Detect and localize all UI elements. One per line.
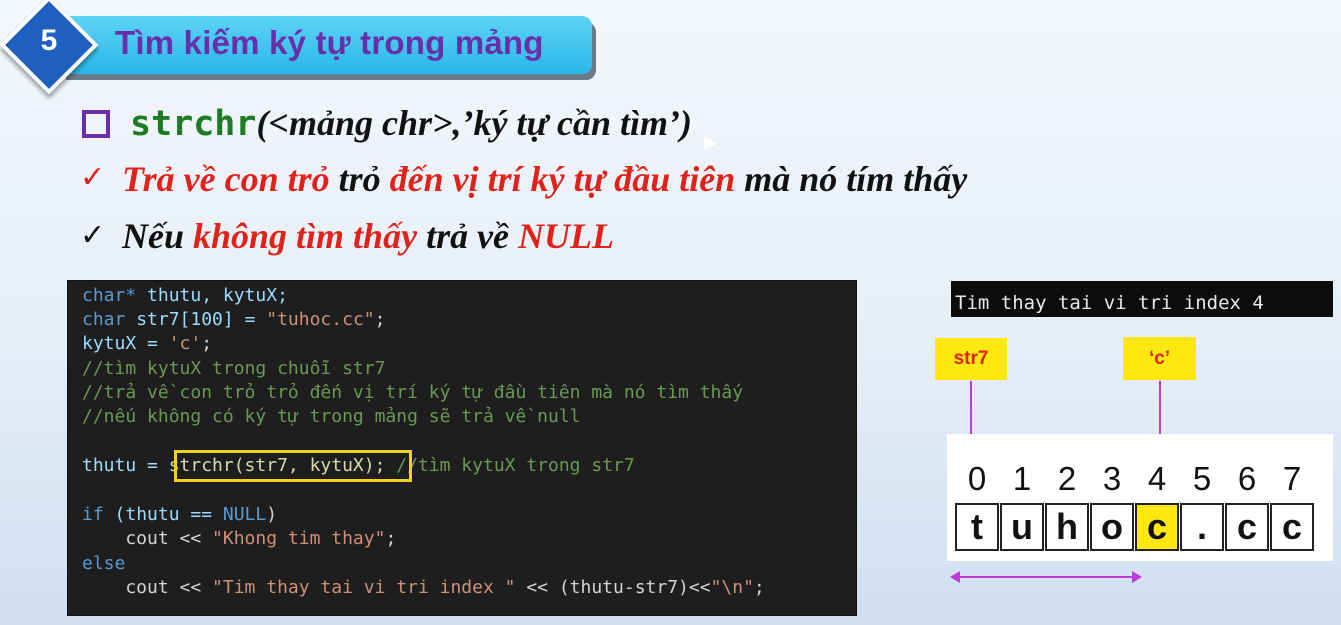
phrase-returns: trả về	[417, 216, 519, 256]
label-char-c: ‘c’	[1123, 337, 1196, 380]
code-line: cout << "Tim thay tai vi tri index " << …	[82, 577, 765, 598]
array-cell: c	[1225, 503, 1269, 551]
code-line: char str7[100] = "tuhoc.cc";	[82, 309, 386, 330]
checkmark-icon: ✓	[80, 218, 106, 253]
checkbox-bullet-icon	[82, 110, 110, 138]
phrase-return-pointer: Trả về con trỏ	[122, 159, 330, 199]
mouse-cursor-icon	[697, 131, 717, 151]
bullet-null: Nếu không tìm thấy trả về NULL	[122, 215, 614, 257]
code-editor: char* thutu, kytuX; char str7[100] = "tu…	[68, 281, 856, 615]
slide-title: Tìm kiếm ký tự trong mảng	[115, 24, 544, 61]
array-index: 3	[1102, 460, 1122, 497]
array-cell: c	[1270, 503, 1314, 551]
code-line: if (thutu == NULL)	[82, 504, 278, 525]
strchr-highlight-box	[174, 450, 412, 482]
phrase-found: mà nó tím thấy	[735, 159, 968, 199]
array-index: 5	[1192, 460, 1212, 497]
arrow-c-line	[1159, 381, 1161, 439]
code-comment: //tìm kytuX trong chuỗi str7	[82, 358, 386, 379]
code-line: else	[82, 553, 126, 574]
arrow-left-icon	[950, 571, 960, 583]
code-line: char* thutu, kytuX;	[82, 285, 288, 306]
phrase-null: NULL	[518, 216, 615, 256]
range-arrow-line	[958, 576, 1134, 578]
bullet-return-pointer: Trả về con trỏ trỏ đến vị trí ký tự đầu …	[122, 158, 967, 200]
phrase-points: trỏ	[329, 159, 390, 199]
array-cell: u	[1000, 503, 1044, 551]
array-cell: c	[1135, 503, 1179, 551]
slide-number: 5	[40, 24, 58, 57]
phrase-not-found: không tìm thấy	[193, 216, 418, 256]
array-index: 1	[1012, 460, 1032, 497]
array-index: 4	[1147, 460, 1167, 497]
array-cell: .	[1180, 503, 1224, 551]
code-line: kytuX = 'c';	[82, 333, 213, 354]
arrow-right-icon	[1132, 571, 1142, 583]
array-index: 7	[1282, 460, 1302, 497]
code-line: cout << "Khong tim thay";	[82, 528, 397, 549]
label-str7: str7	[935, 338, 1007, 380]
array-cell: h	[1045, 503, 1089, 551]
arrow-str7-line	[970, 381, 972, 439]
code-comment: //trả về con trỏ trỏ đến vị trí ký tự đầ…	[82, 382, 744, 403]
array-index: 2	[1057, 460, 1077, 497]
array-cell: o	[1090, 503, 1134, 551]
array-index: 0	[967, 460, 987, 497]
function-args: (<mảng chr>,’ký tự cần tìm’)	[256, 103, 693, 143]
phrase-if: Nếu	[122, 216, 193, 256]
array-cell: t	[955, 503, 999, 551]
console-output: Tim thay tai vi tri index 4	[951, 281, 1333, 317]
array-index: 6	[1237, 460, 1257, 497]
checkmark-icon: ✓	[80, 160, 106, 195]
code-comment: //nếu không có ký tự trong mảng sẽ trả v…	[82, 406, 581, 427]
function-name: strchr	[130, 104, 257, 144]
phrase-first-position: đến vị trí ký tự đầu tiên	[389, 159, 736, 199]
syntax-line: strchr(<mảng chr>,’ký tự cần tìm’)	[130, 102, 692, 144]
